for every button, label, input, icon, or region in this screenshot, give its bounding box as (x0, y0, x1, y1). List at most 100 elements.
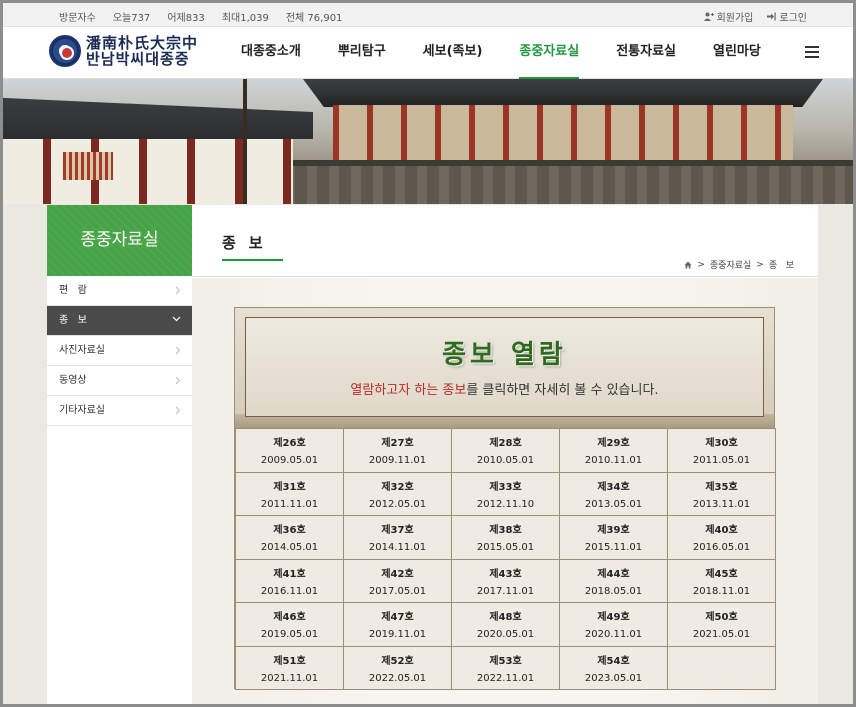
issue-number: 제30호 (705, 438, 738, 450)
issue-date: 2015.11.01 (584, 542, 643, 554)
user-links: 회원가입 로그인 (690, 9, 807, 24)
breadcrumb-item[interactable]: 종 보 (769, 258, 794, 271)
issue-date: 2015.05.01 (476, 542, 535, 554)
issue-cell[interactable]: 제52호 2022.05.01 (343, 645, 452, 690)
issue-cell[interactable]: 제48호 2020.05.01 (451, 602, 560, 647)
newsletter-board-wrap: 종보 열람 열람하고자 하는 종보를 클릭하면 자세히 볼 수 있습니다. 제2… (192, 278, 818, 704)
issue-date: 2018.11.01 (692, 585, 751, 597)
issue-cell[interactable]: 제51호 2021.11.01 (235, 645, 344, 690)
issue-cell[interactable]: 제45호 2018.11.01 (667, 558, 776, 603)
pine-trunk (243, 79, 247, 204)
issue-date: 2014.11.01 (368, 542, 427, 554)
issue-cell[interactable]: 제33호 2012.11.10 (451, 471, 560, 516)
issue-number: 제32호 (381, 481, 414, 493)
issue-date: 2021.05.01 (692, 629, 751, 641)
issue-date: 2022.05.01 (368, 672, 427, 684)
issue-cell[interactable]: 제35호 2013.11.01 (667, 471, 776, 516)
side-item-videos[interactable]: 동영상 (47, 366, 192, 396)
clan-emblem-icon (49, 35, 81, 67)
issue-cell[interactable]: 제50호 2021.05.01 (667, 602, 776, 647)
side-item-label: 사진자료실 (59, 345, 105, 356)
issue-date: 2019.05.01 (260, 629, 319, 641)
issue-date: 2012.05.01 (368, 498, 427, 510)
banner-description: 열람하고자 하는 종보를 클릭하면 자세히 볼 수 있습니다. (246, 379, 763, 398)
issue-number: 제40호 (705, 525, 738, 537)
join-label: 회원가입 (716, 13, 754, 24)
issue-number: 제26호 (273, 438, 306, 450)
issue-date: 2010.11.01 (584, 455, 643, 467)
issue-cell[interactable]: 제39호 2015.11.01 (559, 515, 668, 560)
issue-date: 2022.11.01 (476, 672, 535, 684)
side-item-newsletter[interactable]: 종 보 (47, 306, 192, 336)
issue-cell[interactable]: 제31호 2011.11.01 (235, 471, 344, 516)
issue-cell[interactable]: 제27호 2009.11.01 (343, 428, 452, 473)
nav-item-community[interactable]: 열린마당 (713, 27, 761, 79)
issue-cell[interactable]: 제40호 2016.05.01 (667, 515, 776, 560)
content-area: 종중자료실 편 람 종 보 사진자료실 동영상 기타자료실 종보 > 종중자료실… (47, 205, 818, 704)
stats-total: 전체 76,901 (285, 13, 343, 24)
issue-cell[interactable]: 제41호 2016.11.01 (235, 558, 344, 603)
breadcrumb-item[interactable]: 종중자료실 (710, 258, 751, 271)
site-header: 潘南朴氏大宗中 반남박씨대종중 대종중소개 뿌리탐구 세보(족보) 종중자료실 … (3, 27, 853, 80)
issue-cell[interactable]: 제54호 2023.05.01 (559, 645, 668, 690)
nav-item-archive[interactable]: 종중자료실 (519, 27, 579, 80)
home-icon[interactable] (684, 261, 692, 269)
issue-number: 제52호 (381, 655, 414, 667)
issue-number: 제53호 (489, 655, 522, 667)
issue-date: 2016.11.01 (260, 585, 319, 597)
issue-cell[interactable]: 제36호 2014.05.01 (235, 515, 344, 560)
issue-number: 제36호 (273, 525, 306, 537)
issue-number: 제29호 (597, 438, 630, 450)
hero-image (3, 79, 853, 204)
board-banner: 종보 열람 열람하고자 하는 종보를 클릭하면 자세히 볼 수 있습니다. (235, 308, 774, 428)
issue-date: 2017.11.01 (476, 585, 535, 597)
issue-date: 2009.11.01 (368, 455, 427, 467)
nav-item-tradition[interactable]: 전통자료실 (616, 27, 676, 79)
breadcrumb: > 종중자료실 > 종 보 (684, 258, 794, 271)
issue-cell[interactable]: 제30호 2011.05.01 (667, 428, 776, 473)
side-item-other[interactable]: 기타자료실 (47, 396, 192, 426)
logo-text: 潘南朴氏大宗中 반남박씨대종중 (86, 35, 198, 67)
empty-cell (667, 645, 776, 690)
issue-cell[interactable]: 제26호 2009.05.01 (235, 428, 344, 473)
side-item-label: 동영상 (59, 375, 87, 386)
issue-row: 제31호 2011.11.01 제32호 2012.05.01 제33호 2012.11.… (235, 471, 776, 516)
issue-cell[interactable]: 제46호 2019.05.01 (235, 602, 344, 647)
issue-cell[interactable]: 제43호 2017.11.01 (451, 558, 560, 603)
issue-row: 제51호 2021.11.01 제52호 2022.05.01 제53호 2022.11.… (235, 645, 776, 690)
issue-cell[interactable]: 제49호 2020.11.01 (559, 602, 668, 647)
login-link[interactable]: 로그인 (767, 9, 807, 24)
issue-cell[interactable]: 제42호 2017.05.01 (343, 558, 452, 603)
nav-item-genealogy[interactable]: 세보(족보) (423, 27, 483, 79)
side-navigation: 종중자료실 편 람 종 보 사진자료실 동영상 기타자료실 (47, 205, 192, 704)
issue-date: 2014.05.01 (260, 542, 319, 554)
site-logo[interactable]: 潘南朴氏大宗中 반남박씨대종중 (49, 35, 198, 67)
issue-date: 2011.11.01 (260, 498, 319, 510)
side-item-overview[interactable]: 편 람 (47, 276, 192, 306)
issue-cell[interactable]: 제34호 2013.05.01 (559, 471, 668, 516)
issue-number: 제35호 (705, 481, 738, 493)
issue-cell[interactable]: 제32호 2012.05.01 (343, 471, 452, 516)
menu-icon[interactable] (805, 46, 819, 58)
join-link[interactable]: 회원가입 (703, 9, 754, 24)
issue-cell[interactable]: 제29호 2010.11.01 (559, 428, 668, 473)
banner-frame: 종보 열람 열람하고자 하는 종보를 클릭하면 자세히 볼 수 있습니다. (245, 317, 764, 417)
issue-cell[interactable]: 제37호 2014.11.01 (343, 515, 452, 560)
issue-number: 제49호 (597, 612, 630, 624)
issue-number: 제47호 (381, 612, 414, 624)
issue-number: 제34호 (597, 481, 630, 493)
logo-hanja: 潘南朴氏大宗中 (86, 34, 199, 52)
nav-item-roots[interactable]: 뿌리탐구 (338, 27, 386, 79)
issue-cell[interactable]: 제28호 2010.05.01 (451, 428, 560, 473)
issue-date: 2023.05.01 (584, 672, 643, 684)
issue-cell[interactable]: 제47호 2019.11.01 (343, 602, 452, 647)
main-section: 종보 > 종중자료실 > 종 보 종보 열람 열람하고자 하는 종보를 클릭하면… (192, 205, 818, 704)
side-item-photos[interactable]: 사진자료실 (47, 336, 192, 366)
issue-number: 제39호 (597, 525, 630, 537)
issue-cell[interactable]: 제53호 2022.11.01 (451, 645, 560, 690)
issue-cell[interactable]: 제44호 2018.05.01 (559, 558, 668, 603)
issue-cell[interactable]: 제38호 2015.05.01 (451, 515, 560, 560)
issue-number: 제54호 (597, 655, 630, 667)
pavilion-roof (303, 79, 823, 107)
nav-item-intro[interactable]: 대종중소개 (241, 27, 301, 79)
